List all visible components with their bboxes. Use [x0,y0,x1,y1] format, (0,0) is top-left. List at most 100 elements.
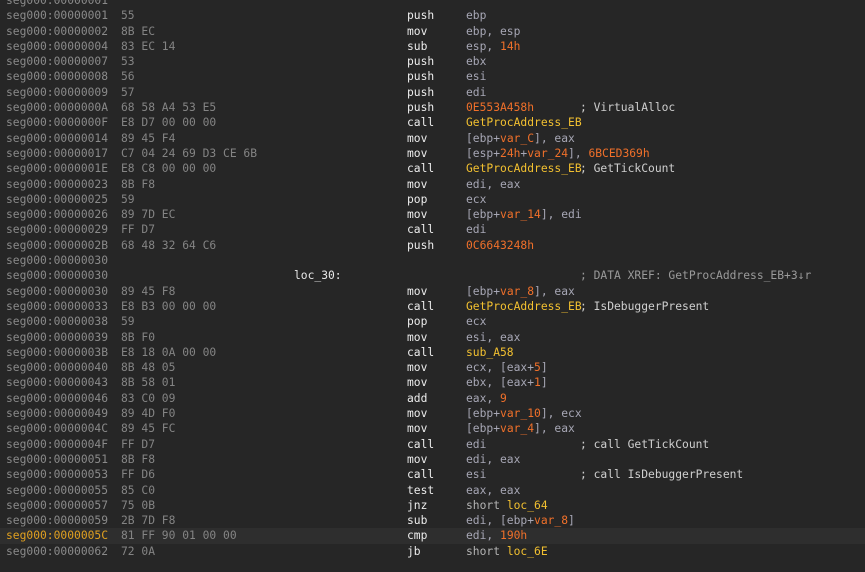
stack-variable[interactable]: var_10 [500,407,541,420]
disasm-line[interactable]: seg000:00000026 89 7D EC mov [ebp+var_14], … [0,207,865,222]
line-address[interactable]: seg000:00000038 [6,314,108,329]
disasm-line[interactable]: seg000:00000049 89 4D F0 mov [ebp+var_10], … [0,406,865,421]
disasm-line[interactable]: seg000:00000051 8B F8 mov edi, eax [0,452,865,467]
disasm-line[interactable]: seg000:00000059 2B 7D F8 sub edi, [ebp+var_… [0,513,865,528]
line-address[interactable]: seg000:0000004F [6,437,108,452]
disasm-line[interactable]: seg000:0000002B 68 48 32 64 C6 push 0C66432… [0,238,865,253]
disasm-line[interactable]: seg000:00000029 FF D7 call edi [0,222,865,237]
line-address[interactable]: seg000:00000030 [6,284,108,299]
symbol-reference[interactable]: GetProcAddress_EB [466,300,582,313]
line-address[interactable]: seg000:00000062 [6,544,108,559]
operand-text: ebp [466,9,487,23]
symbol-reference[interactable]: loc_6E [507,545,548,558]
line-address[interactable]: seg000:00000030 [6,268,108,283]
disasm-line[interactable]: seg000:00000030 [0,253,865,268]
stack-variable[interactable]: var_C [500,132,534,145]
disasm-line[interactable]: seg000:00000014 89 45 F4 mov [ebp+var_C], e… [0,131,865,146]
line-address[interactable]: seg000:00000030 [6,253,108,268]
stack-variable[interactable]: var_8 [500,285,534,298]
disasm-line[interactable]: seg000:00000038 59 pop ecx [0,314,865,329]
line-address[interactable]: seg000:00000043 [6,375,108,390]
line-address[interactable]: seg000:00000049 [6,406,108,421]
opcode-bytes: C7 04 24 69 D3 CE 6B [121,146,258,160]
disasm-line[interactable]: seg000:00000023 8B F8 mov edi, eax [0,177,865,192]
line-address[interactable]: seg000:00000009 [6,85,108,100]
disasm-line[interactable]: seg000:00000030 loc_30: ; DATA XREF: GetPr… [0,268,865,283]
stack-variable[interactable]: var_8 [534,514,568,527]
operand-text: ] [568,514,575,528]
disassembly-listing[interactable]: seg000:00000001 seg000:00000001 55 push ebp s… [0,0,865,572]
opcode-bytes: FF D7 [121,223,156,237]
disasm-line[interactable]: seg000:00000055 85 C0 test eax, eax [0,483,865,498]
disasm-line[interactable]: seg000:00000007 53 push ebx [0,54,865,69]
line-address[interactable]: seg000:0000005C [6,528,108,543]
line-address[interactable]: seg000:0000003B [6,345,108,360]
disasm-line-selected[interactable]: seg000:0000005C 81 FF 90 01 00 00 cmp edi, … [0,528,865,544]
line-address[interactable]: seg000:00000001 [6,0,108,8]
disasm-line[interactable]: seg000:0000004F FF D7 call edi ; call GetTic… [0,437,865,452]
line-address[interactable]: seg000:00000029 [6,222,108,237]
line-address[interactable]: seg000:0000000F [6,115,108,130]
disasm-line[interactable]: seg000:0000000F E8 D7 00 00 00 call GetProc… [0,115,865,130]
disasm-line[interactable]: seg000:0000000A 68 58 A4 53 E5 push 0E553A4… [0,100,865,115]
line-address[interactable]: seg000:00000059 [6,513,108,528]
disasm-line[interactable]: seg000:0000001E E8 C8 00 00 00 call GetProc… [0,161,865,176]
instruction-operands: edi, eax [466,452,520,467]
disasm-line[interactable]: seg000:00000002 8B EC mov ebp, esp [0,24,865,39]
immediate-value: 190h [500,529,528,543]
operand-text: esp, [466,39,501,53]
operand-text: ebx, [eax+ [466,376,535,390]
line-address[interactable]: seg000:0000004C [6,421,108,436]
opcode-bytes: 57 [121,85,135,99]
line-address[interactable]: seg000:00000051 [6,452,108,467]
disasm-line[interactable]: seg000:00000001 [0,0,865,8]
line-address[interactable]: seg000:00000046 [6,391,108,406]
disasm-line[interactable]: seg000:00000004 83 EC 14 sub esp, 14h [0,39,865,54]
code-label[interactable]: loc_30: [294,268,342,283]
disasm-line[interactable]: seg000:00000057 75 0B jnz short loc_64 [0,498,865,513]
disasm-line[interactable]: seg000:00000046 83 C0 09 add eax, 9 [0,391,865,406]
disasm-line[interactable]: seg000:00000025 59 pop ecx [0,192,865,207]
line-address[interactable]: seg000:00000007 [6,54,108,69]
line-address[interactable]: seg000:00000014 [6,131,108,146]
disasm-line[interactable]: seg000:00000001 55 push ebp [0,8,865,23]
line-address[interactable]: seg000:00000033 [6,299,108,314]
opcode-bytes: 89 7D EC [121,208,176,222]
line-address[interactable]: seg000:00000001 [6,8,108,23]
disasm-line[interactable]: seg000:00000008 56 push esi [0,69,865,84]
disasm-line[interactable]: seg000:00000039 8B F0 mov esi, eax [0,330,865,345]
line-address[interactable]: seg000:00000008 [6,69,108,84]
line-address[interactable]: seg000:00000025 [6,192,108,207]
disasm-line[interactable]: seg000:0000004C 89 45 FC mov [ebp+var_4], e… [0,421,865,436]
line-address[interactable]: seg000:00000039 [6,330,108,345]
disasm-line[interactable]: seg000:00000033 E8 B3 00 00 00 call GetProc… [0,299,865,314]
stack-variable[interactable]: var_24 [527,147,568,160]
line-address[interactable]: seg000:00000057 [6,498,108,513]
line-address[interactable]: seg000:00000053 [6,467,108,482]
symbol-reference[interactable]: loc_64 [507,499,548,512]
disasm-line[interactable]: seg000:00000017 C7 04 24 69 D3 CE 6B mov [e… [0,146,865,161]
disasm-line[interactable]: seg000:00000062 72 0A jb short loc_6E [0,544,865,559]
opcode-bytes: 8B F8 [121,452,156,466]
line-address[interactable]: seg000:0000002B [6,238,108,253]
line-address[interactable]: seg000:0000000A [6,100,108,115]
line-address[interactable]: seg000:0000001E [6,161,108,176]
symbol-reference[interactable]: GetProcAddress_EB [466,162,582,175]
disasm-line[interactable]: seg000:00000009 57 push edi [0,85,865,100]
stack-variable[interactable]: var_4 [500,422,534,435]
disasm-line[interactable]: seg000:00000053 FF D6 call esi ; call IsDebu… [0,467,865,482]
line-address[interactable]: seg000:00000002 [6,24,108,39]
disasm-line[interactable]: seg000:00000030 89 45 F8 mov [ebp+var_8], e… [0,284,865,299]
line-address[interactable]: seg000:00000040 [6,360,108,375]
stack-variable[interactable]: var_14 [500,208,541,221]
disasm-line[interactable]: seg000:0000003B E8 18 0A 00 00 call sub_A58 [0,345,865,360]
disasm-line[interactable]: seg000:00000043 8B 58 01 mov ebx, [eax+1] [0,375,865,390]
line-address[interactable]: seg000:00000055 [6,483,108,498]
symbol-reference[interactable]: sub_A58 [466,346,514,359]
line-address[interactable]: seg000:00000017 [6,146,108,161]
disasm-line[interactable]: seg000:00000040 8B 48 05 mov ecx, [eax+5] [0,360,865,375]
line-address[interactable]: seg000:00000026 [6,207,108,222]
line-address[interactable]: seg000:00000023 [6,177,108,192]
line-address[interactable]: seg000:00000004 [6,39,108,54]
symbol-reference[interactable]: GetProcAddress_EB [466,116,582,129]
